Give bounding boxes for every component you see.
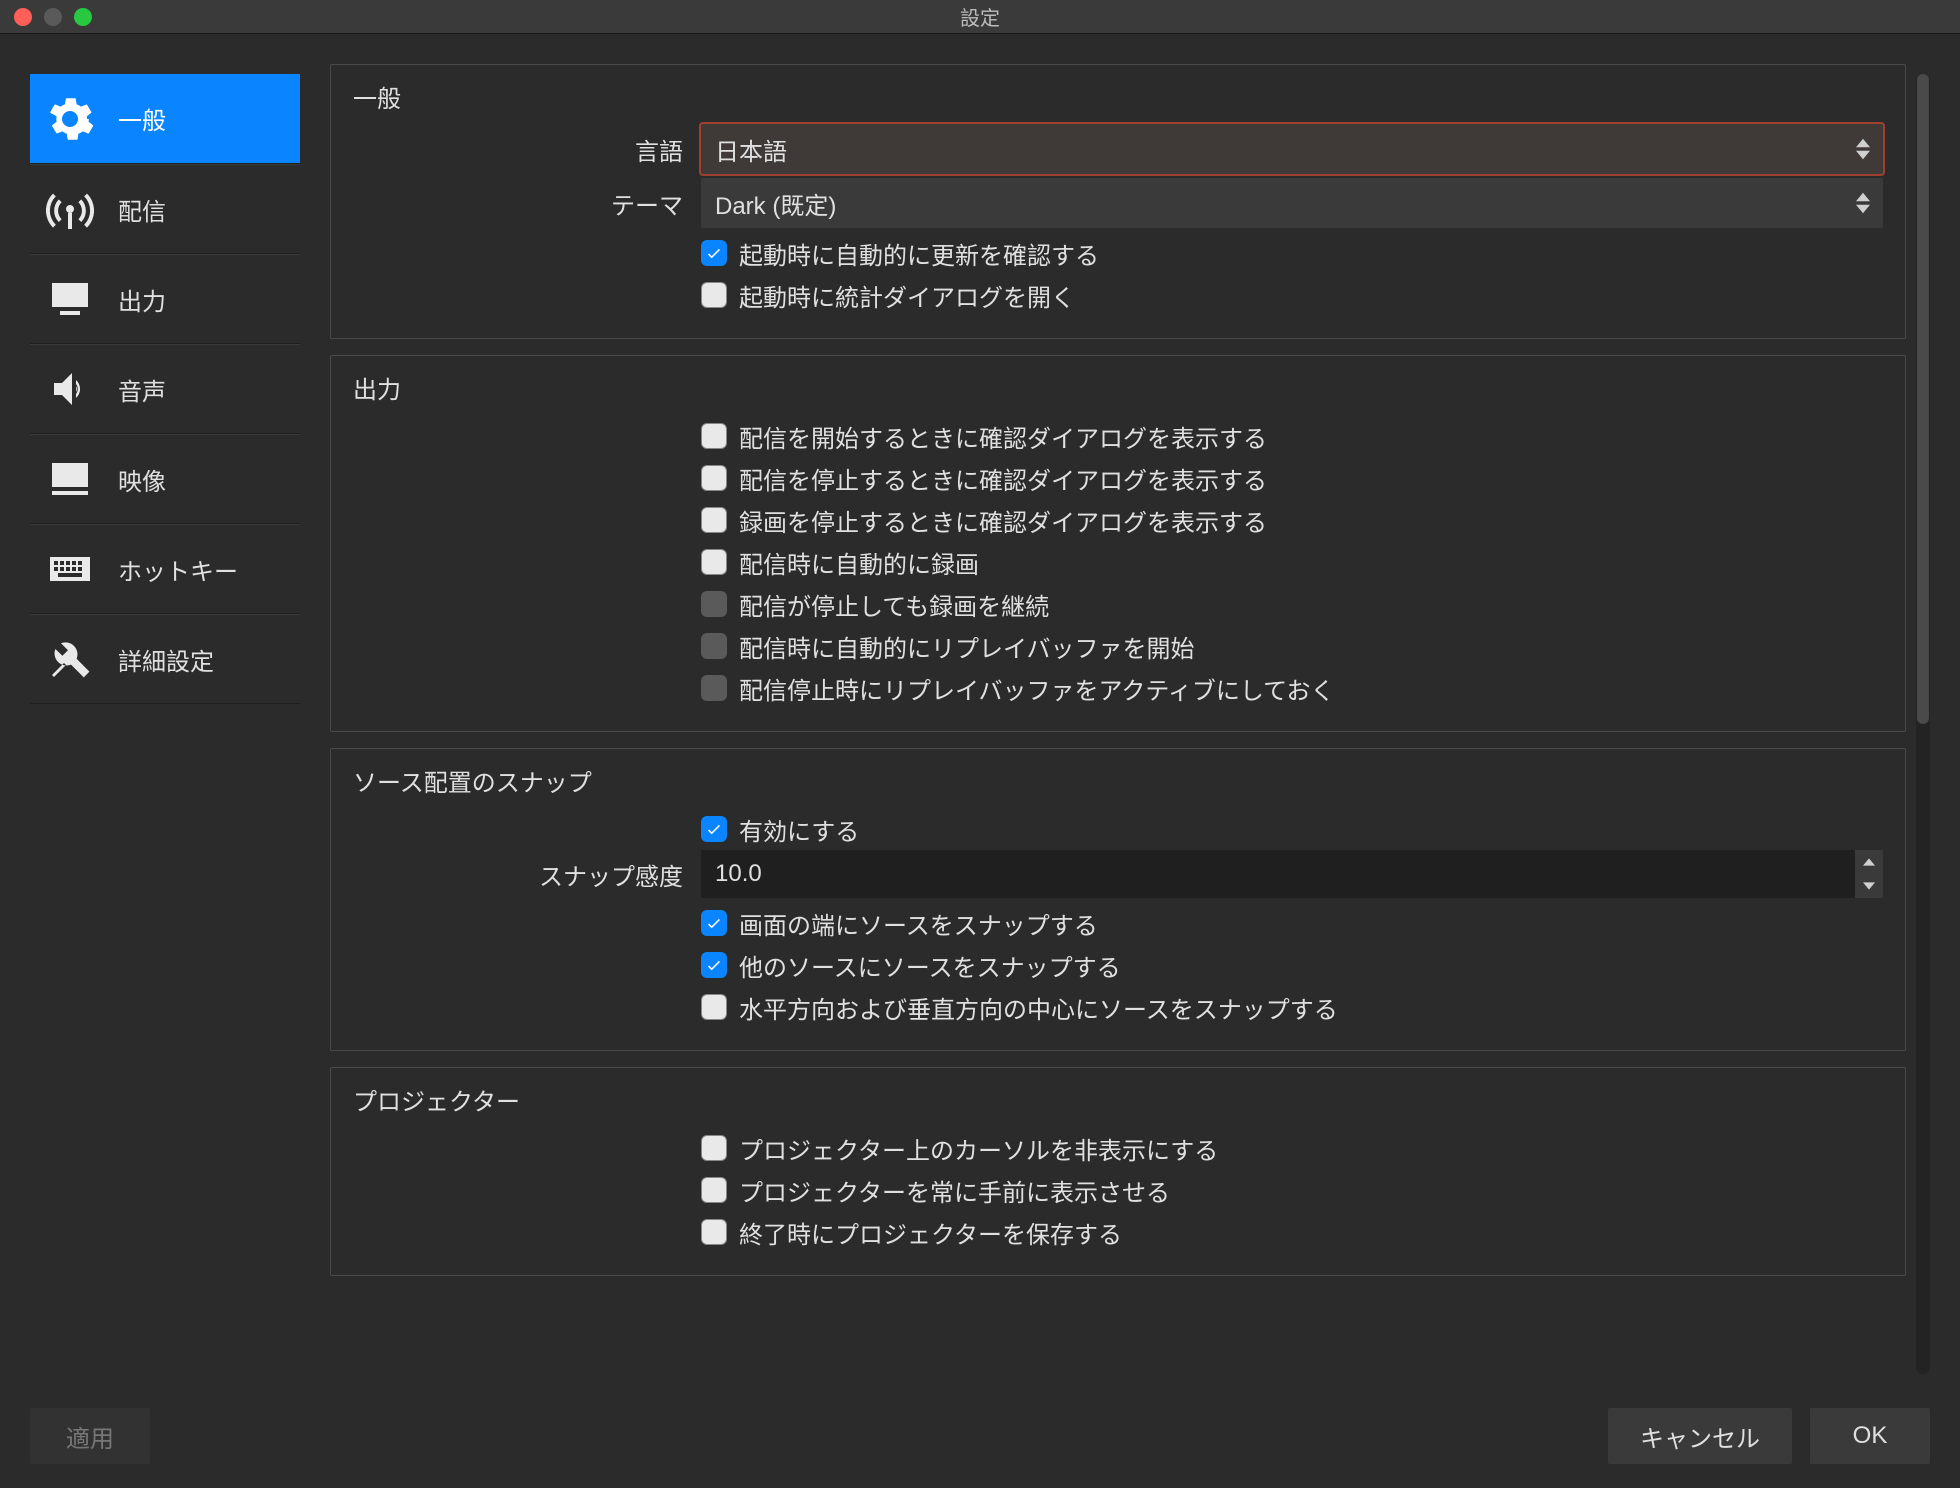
checkbox-label: 画面の端にソースをスナップする — [739, 906, 1098, 941]
maximize-window-icon[interactable] — [74, 8, 92, 26]
sidebar-item-hotkeys[interactable]: ホットキー — [30, 524, 300, 614]
sidebar-item-label: 映像 — [118, 462, 166, 497]
language-label: 言語 — [353, 132, 683, 167]
checkbox-snap-enable[interactable] — [701, 816, 727, 842]
checkbox-label: プロジェクターを常に手前に表示させる — [739, 1173, 1170, 1208]
checkbox-projector-save[interactable] — [701, 1219, 727, 1245]
checkbox-label: 配信停止時にリプレイバッファをアクティブにしておく — [739, 671, 1334, 706]
sidebar-item-advanced[interactable]: 詳細設定 — [30, 614, 300, 704]
group-title: 出力 — [353, 370, 1883, 405]
scrollbar[interactable] — [1916, 74, 1930, 1374]
scrollbar-thumb[interactable] — [1917, 74, 1929, 724]
checkbox-confirm-stream-start[interactable] — [701, 423, 727, 449]
checkbox-projector-always-top[interactable] — [701, 1177, 727, 1203]
group-title: 一般 — [353, 79, 1883, 114]
monitor-icon — [44, 453, 96, 505]
checkbox-confirm-stream-stop[interactable] — [701, 465, 727, 491]
ok-button[interactable]: OK — [1810, 1408, 1930, 1464]
theme-label: テーマ — [353, 186, 683, 221]
content: 一般 言語 日本語 テーマ Dark (既定) — [330, 64, 1906, 1464]
sidebar-item-label: 配信 — [118, 192, 166, 227]
checkbox-label: 水平方向および垂直方向の中心にソースをスナップする — [739, 990, 1338, 1025]
group-general: 一般 言語 日本語 テーマ Dark (既定) — [330, 64, 1906, 339]
checkbox-auto-replay — [701, 633, 727, 659]
snap-sensitivity-input[interactable]: 10.0 — [701, 850, 1883, 898]
select-value: Dark (既定) — [715, 186, 836, 221]
tools-icon — [44, 633, 96, 685]
titlebar: 設定 — [0, 0, 1960, 34]
group-output: 出力 配信を開始するときに確認ダイアログを表示する 配信を停止するときに確認ダイ… — [330, 355, 1906, 732]
theme-select[interactable]: Dark (既定) — [701, 178, 1883, 228]
minimize-window-icon — [44, 8, 62, 26]
checkbox-label: 配信時に自動的に録画 — [739, 545, 979, 580]
checkbox-auto-record[interactable] — [701, 549, 727, 575]
sidebar-item-audio[interactable]: 音声 — [30, 344, 300, 434]
checkbox-keep-record — [701, 591, 727, 617]
checkbox-label: 有効にする — [739, 812, 859, 847]
checkbox-label: 配信を停止するときに確認ダイアログを表示する — [739, 461, 1267, 496]
sidebar-item-label: 音声 — [118, 372, 166, 407]
checkbox-label: 配信が停止しても録画を継続 — [739, 587, 1049, 622]
sidebar-item-general[interactable]: 一般 — [30, 74, 300, 164]
sidebar-item-output[interactable]: 出力 — [30, 254, 300, 344]
checkbox-label: 終了時にプロジェクターを保存する — [739, 1215, 1122, 1250]
checkbox-keep-replay — [701, 675, 727, 701]
sidebar-item-label: ホットキー — [118, 552, 238, 587]
checkbox-label: 録画を停止するときに確認ダイアログを表示する — [739, 503, 1267, 538]
sidebar-item-label: 一般 — [118, 101, 166, 136]
sidebar-item-label: 出力 — [118, 282, 166, 317]
window-controls — [14, 8, 92, 26]
chevron-updown-icon — [1851, 132, 1875, 166]
chevron-updown-icon — [1851, 186, 1875, 220]
sidebar-item-video[interactable]: 映像 — [30, 434, 300, 524]
output-icon — [44, 273, 96, 325]
keyboard-icon — [44, 543, 96, 595]
checkbox-label: 他のソースにソースをスナップする — [739, 948, 1121, 983]
select-value: 日本語 — [715, 132, 787, 167]
apply-button: 適用 — [30, 1408, 150, 1464]
gear-icon — [44, 93, 96, 145]
stepper-value: 10.0 — [715, 860, 762, 888]
group-snap: ソース配置のスナップ 有効にする スナップ感度 10.0 画面の端にソースをスナ… — [330, 748, 1906, 1051]
checkbox-snap-edge[interactable] — [701, 910, 727, 936]
checkbox-check-update[interactable] — [701, 240, 727, 266]
window-title: 設定 — [960, 2, 1000, 31]
checkbox-confirm-record-stop[interactable] — [701, 507, 727, 533]
checkbox-label: 起動時に統計ダイアログを開く — [739, 278, 1075, 313]
speaker-icon — [44, 363, 96, 415]
language-select[interactable]: 日本語 — [701, 124, 1883, 174]
snap-sensitivity-label: スナップ感度 — [353, 857, 683, 892]
sidebar-item-label: 詳細設定 — [118, 642, 214, 677]
group-projector: プロジェクター プロジェクター上のカーソルを非表示にする プロジェクターを常に手… — [330, 1067, 1906, 1276]
checkbox-label: 配信時に自動的にリプレイバッファを開始 — [739, 629, 1195, 664]
checkbox-label: 起動時に自動的に更新を確認する — [739, 236, 1099, 271]
checkbox-projector-hide-cursor[interactable] — [701, 1135, 727, 1161]
stepper-buttons[interactable] — [1855, 850, 1883, 898]
checkbox-snap-center[interactable] — [701, 994, 727, 1020]
group-title: ソース配置のスナップ — [353, 763, 1883, 798]
antenna-icon — [44, 183, 96, 235]
close-window-icon[interactable] — [14, 8, 32, 26]
sidebar-item-stream[interactable]: 配信 — [30, 164, 300, 254]
checkbox-open-stats[interactable] — [701, 282, 727, 308]
cancel-button[interactable]: キャンセル — [1608, 1408, 1792, 1464]
bottom-bar: 適用 キャンセル OK — [30, 1408, 1930, 1464]
checkbox-snap-other[interactable] — [701, 952, 727, 978]
sidebar: 一般 配信 出力 音声 映像 ホットキー 詳細設定 — [30, 64, 300, 1464]
checkbox-label: プロジェクター上のカーソルを非表示にする — [739, 1131, 1218, 1166]
checkbox-label: 配信を開始するときに確認ダイアログを表示する — [739, 419, 1267, 454]
group-title: プロジェクター — [353, 1082, 1883, 1117]
